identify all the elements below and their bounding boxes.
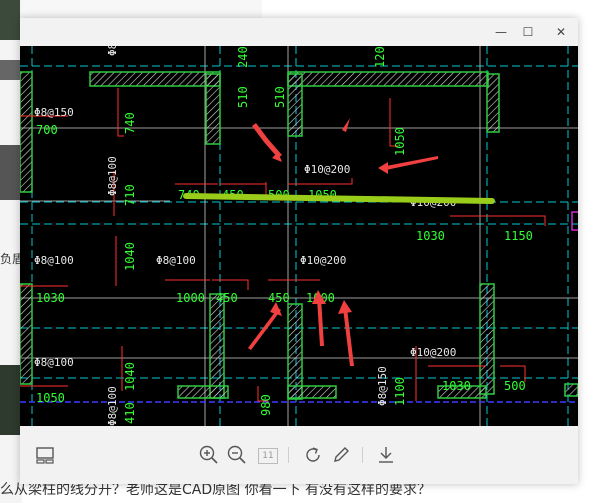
dimension-lines xyxy=(20,88,546,402)
image-canvas[interactable]: Φ8@150 Φ8@100 Φ8@100 Φ8@100 Φ8@100 Φ8@10… xyxy=(20,46,578,426)
rebar-label: Φ8@100 xyxy=(106,46,119,56)
page-indicator[interactable]: 11 xyxy=(258,448,278,464)
toolbar-divider xyxy=(288,447,289,463)
background-page-right xyxy=(578,0,597,503)
viewer-toolbar: 11 xyxy=(20,426,578,484)
minimize-button[interactable]: — xyxy=(490,23,512,41)
rotate-icon xyxy=(306,447,320,462)
background-thumbnail xyxy=(0,60,20,80)
rebar-label: Φ8@100 xyxy=(106,156,119,196)
dim-label: 240 xyxy=(236,46,250,68)
rebar-label: Φ8@100 xyxy=(34,254,74,267)
dim-label: 1040 xyxy=(123,362,137,391)
arrow xyxy=(317,298,324,346)
dim-label: 500 xyxy=(504,379,526,393)
dim-label: 510 xyxy=(236,86,250,108)
dim-label: 980 xyxy=(259,394,273,416)
dim-label: 1030 xyxy=(442,379,471,393)
marker xyxy=(571,211,578,231)
download-button[interactable] xyxy=(375,444,397,466)
arrow xyxy=(343,308,354,366)
dim-label: 450 xyxy=(268,291,290,305)
dim-label: 1030 xyxy=(416,229,445,243)
rebar-label: Φ10@200 xyxy=(304,163,350,176)
arrow xyxy=(386,156,438,170)
rebar-label: Φ10@200 xyxy=(410,346,456,359)
close-button[interactable]: ✕ xyxy=(550,23,572,41)
layout-icon xyxy=(36,447,54,464)
arrow xyxy=(378,162,388,174)
rebar-label: Φ8@150 xyxy=(376,366,389,406)
dim-label: 700 xyxy=(36,123,58,137)
background-thumbnail xyxy=(0,0,20,40)
walls xyxy=(20,71,578,400)
rebar-label: Φ10@200 xyxy=(300,254,346,267)
dim-label: 510 xyxy=(273,86,287,108)
background-top-strip xyxy=(22,0,262,18)
toolbar-divider xyxy=(362,447,363,463)
zoom-out-icon xyxy=(227,445,246,464)
title-bar[interactable]: — ☐ ✕ xyxy=(20,18,578,46)
cad-drawing: Φ8@150 Φ8@100 Φ8@100 Φ8@100 Φ8@100 Φ8@10… xyxy=(20,46,578,426)
rebar-label: Φ8@150 xyxy=(34,106,74,119)
rotate-button[interactable] xyxy=(302,444,324,466)
dim-label: 450 xyxy=(216,291,238,305)
zoom-in-icon xyxy=(199,445,218,464)
dim-label: 1150 xyxy=(504,229,533,243)
rebar-label: Φ8@100 xyxy=(156,254,196,267)
dim-label: 1030 xyxy=(36,291,65,305)
zoom-out-button[interactable] xyxy=(226,444,248,466)
background-thumbnail xyxy=(0,365,20,435)
annotation-arrows xyxy=(248,118,438,366)
thumbnail-toggle-button[interactable] xyxy=(34,444,56,466)
dim-label: 120 xyxy=(373,46,387,68)
background-thumbnail xyxy=(0,145,20,200)
zoom-in-button[interactable] xyxy=(198,444,220,466)
arrow xyxy=(248,308,281,350)
dim-label: 710 xyxy=(123,184,137,206)
dim-label: 1040 xyxy=(123,242,137,271)
arrow xyxy=(342,118,350,132)
dim-label: 1000 xyxy=(176,291,205,305)
dim-label: 740 xyxy=(123,112,137,134)
edit-button[interactable] xyxy=(330,444,352,466)
rebar-label: Φ8@100 xyxy=(106,386,119,426)
download-icon xyxy=(379,447,393,463)
rebar-label: Φ8@100 xyxy=(34,356,74,369)
arrow xyxy=(338,300,352,314)
dim-label: 1050 xyxy=(36,391,65,405)
image-viewer-window: — ☐ ✕ Φ8@150 Φ8@100 Φ8@100 Φ8@100 Φ8@100… xyxy=(20,18,578,484)
maximize-button[interactable]: ☐ xyxy=(517,23,539,41)
dim-label: 410 xyxy=(123,402,137,424)
dimension-labels: 700 740 740 450 500 1050 1030 1150 1030 … xyxy=(36,46,533,424)
dim-label: 1100 xyxy=(393,377,407,406)
pencil-icon xyxy=(334,447,349,462)
dim-label: 1050 xyxy=(393,127,407,156)
